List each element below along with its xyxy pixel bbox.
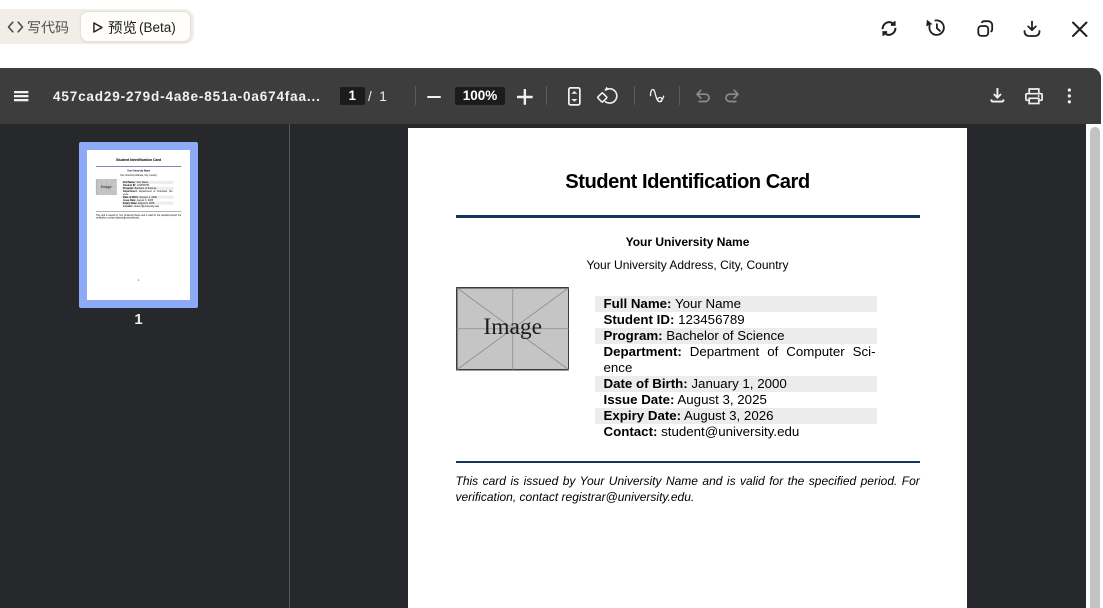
svg-text:Image: Image <box>101 184 112 189</box>
svg-text:Image: Image <box>483 314 542 340</box>
